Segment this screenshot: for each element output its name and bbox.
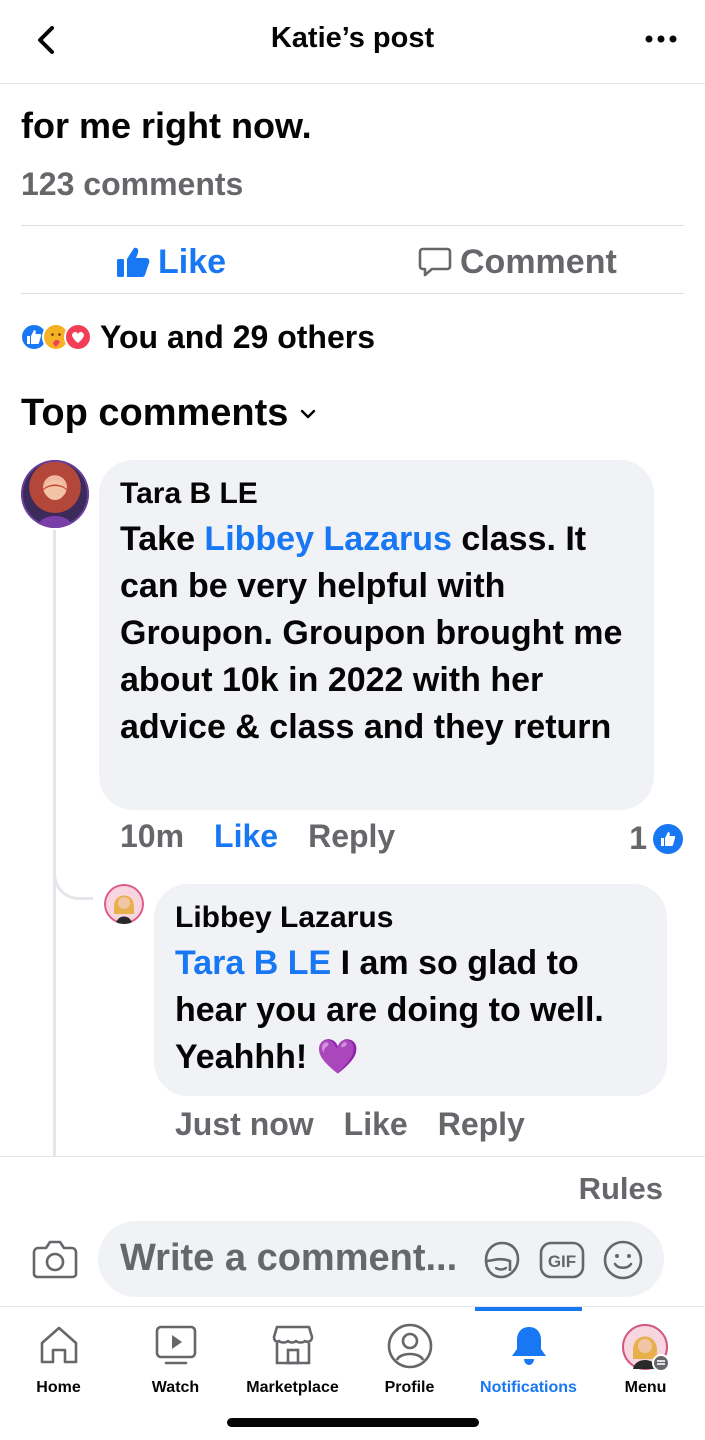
reply-meta: Just now Like Reply (175, 1106, 555, 1143)
comments-count[interactable]: 123 comments (21, 166, 243, 203)
comment-time: 10m (120, 818, 185, 854)
tab-label: Watch (151, 1379, 200, 1396)
comment-like-button[interactable]: Like (214, 818, 278, 855)
comment-icon (418, 247, 452, 277)
bell-icon (511, 1327, 546, 1365)
chevron-down-icon (301, 409, 316, 418)
comment-placeholder: Write a comment... (120, 1237, 458, 1279)
reply-text: Tara B LE I am so glad to hear you are d… (175, 940, 655, 1081)
tab-notifications[interactable]: Notifications (470, 1307, 587, 1407)
rules-link[interactable]: Rules (579, 1171, 663, 1207)
camera-icon (32, 1240, 78, 1279)
emoji-button[interactable] (602, 1239, 644, 1286)
like-reaction-icon (653, 823, 683, 854)
tab-menu[interactable]: Menu (587, 1307, 704, 1407)
love-reaction-icon (64, 323, 92, 351)
mention-link[interactable]: Tara B LE (175, 944, 331, 982)
tab-profile[interactable]: Profile (351, 1307, 468, 1407)
more-icon (645, 35, 677, 43)
comment-meta: 10m Like Reply (120, 818, 425, 855)
reply-bubble: Libbey Lazarus Tara B LE I am so glad to… (154, 884, 667, 1096)
section-title: Top comments (21, 392, 289, 434)
camera-button[interactable] (32, 1239, 78, 1284)
sticker-icon (484, 1241, 520, 1279)
thumbs-up-icon (117, 247, 150, 277)
tab-label: Menu (624, 1379, 667, 1396)
comment-button[interactable]: Comment (418, 242, 617, 282)
comment-reply-button[interactable]: Reply (308, 818, 395, 855)
like-button[interactable]: Like (116, 242, 226, 282)
like-label: Like (158, 242, 227, 281)
avatar-sticker-button[interactable] (480, 1239, 522, 1286)
svg-text:GIF: GIF (548, 1252, 576, 1271)
tab-marketplace[interactable]: Marketplace (234, 1307, 351, 1407)
comment-bubble: Tara B LE Take Libbey Lazarus class. It … (99, 460, 654, 810)
avatar[interactable] (21, 460, 89, 528)
reactions-text: You and 29 others (100, 318, 376, 355)
comment-author[interactable]: Tara B LE (120, 474, 258, 514)
comment-like-count[interactable]: 1 (629, 820, 683, 857)
tab-label: Profile (384, 1379, 435, 1396)
gif-icon: GIF (539, 1241, 585, 1279)
divider (21, 293, 684, 294)
top-bar: Katie’s post (0, 0, 705, 84)
comment-label: Comment (460, 242, 617, 281)
tab-label: Notifications (480, 1379, 577, 1396)
thread-connector (53, 850, 93, 900)
comment-composer: Rules Write a comment... GIF (0, 1156, 705, 1306)
tab-label: Home (36, 1379, 81, 1396)
thread-line (53, 530, 56, 1156)
mention-link[interactable]: Libbey Lazarus (204, 520, 452, 558)
like-count-value: 1 (629, 820, 647, 856)
tab-watch[interactable]: Watch (117, 1307, 234, 1407)
watch-icon (155, 1325, 196, 1365)
gif-button[interactable]: GIF (539, 1241, 585, 1284)
post-text: for me right now. (21, 105, 312, 146)
comment-text: Take Libbey Lazarus class. It can be ver… (120, 516, 640, 751)
reactions-summary[interactable]: You and 29 others (20, 318, 375, 356)
avatar (621, 1324, 670, 1372)
emoji-icon (603, 1240, 643, 1280)
comment-input[interactable]: Write a comment... GIF (98, 1221, 664, 1297)
profile-icon (387, 1323, 432, 1369)
home-indicator (227, 1418, 479, 1427)
reply-time: Just now (175, 1106, 314, 1142)
tab-label: Marketplace (246, 1379, 339, 1396)
divider (21, 225, 684, 226)
home-icon (40, 1326, 77, 1364)
reply-like-button[interactable]: Like (344, 1106, 408, 1143)
marketplace-icon (272, 1325, 313, 1365)
more-options-button[interactable] (641, 24, 681, 54)
comment-text-part: Take (120, 520, 205, 558)
reply-reply-button[interactable]: Reply (438, 1106, 525, 1143)
avatar[interactable] (104, 884, 144, 924)
reply-author[interactable]: Libbey Lazarus (175, 898, 393, 938)
page-title: Katie’s post (270, 22, 435, 54)
top-comments-filter[interactable]: Top comments (21, 392, 316, 435)
tab-home[interactable]: Home (0, 1307, 117, 1407)
